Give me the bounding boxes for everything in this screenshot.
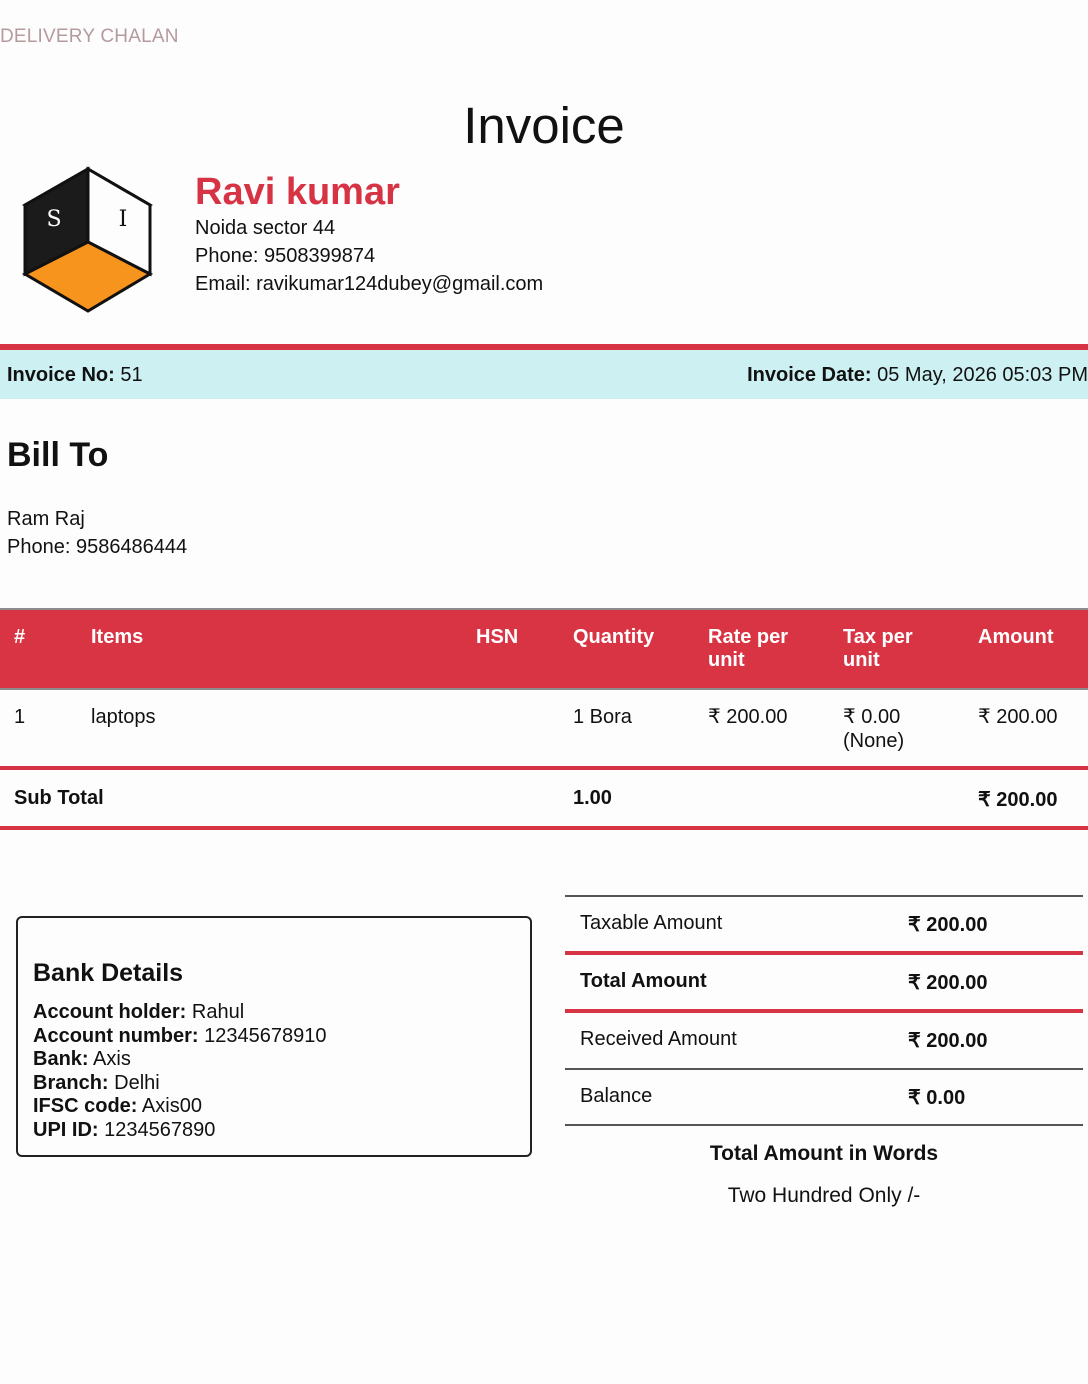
invoice-date: Invoice Date: 05 May, 2026 05:03 PM — [747, 364, 1088, 387]
bill-to-heading: Bill To — [7, 436, 109, 474]
logo-letter-i: I — [119, 207, 128, 232]
bank-name-label: Bank: — [33, 1048, 89, 1070]
amount-in-words: Two Hundred Only /- — [727, 1184, 921, 1207]
bill-to-details: Ram Raj Phone: 9586486444 — [7, 505, 187, 561]
ifsc-code: IFSC code: Axis00 — [33, 1095, 326, 1119]
subtotal-bottom-divider — [0, 826, 1088, 830]
company-phone: Phone: 9508399874 — [195, 245, 376, 267]
taxable-amount-label: Taxable Amount — [580, 912, 723, 934]
invoice-date-value: 05 May, 2026 05:03 PM — [871, 364, 1088, 386]
account-holder: Account holder: Rahul — [33, 1001, 326, 1025]
summary-divider — [565, 1124, 1083, 1126]
row-number: 1 — [14, 706, 26, 728]
invoice-date-label: Invoice Date: — [747, 364, 872, 386]
invoice-number: Invoice No: 51 — [7, 364, 143, 387]
amount-in-words-heading: Total Amount in Words — [709, 1142, 939, 1165]
customer-name: Ram Raj — [7, 508, 85, 530]
bank-name-value: Axis — [88, 1048, 131, 1070]
subtotal-quantity: 1.00 — [573, 787, 612, 809]
document-type-label: DELIVERY CHALAN — [0, 26, 179, 47]
invoice-info-bar: Invoice No: 51 Invoice Date: 05 May, 202… — [0, 350, 1088, 399]
col-amount: Amount — [978, 626, 1054, 648]
summary-divider — [565, 1009, 1083, 1013]
col-tax: Tax per unit — [843, 626, 913, 671]
total-amount-label: Total Amount — [580, 970, 707, 992]
page-title: Invoice — [463, 97, 625, 154]
row-tax: ₹ 0.00 — [843, 706, 901, 728]
subtotal-top-divider — [0, 766, 1088, 770]
row-quantity: 1 Bora — [573, 706, 632, 728]
account-holder-value: Rahul — [186, 1001, 245, 1023]
bank-branch-label: Branch: — [33, 1071, 109, 1094]
row-item: laptops — [91, 706, 156, 728]
upi-id-value: 1234567890 — [98, 1118, 216, 1141]
invoice-number-value: 51 — [114, 364, 143, 386]
bank-details-list: Account holder: Rahul Account number: 12… — [33, 1001, 326, 1142]
company-name: Ravi kumar — [195, 171, 400, 213]
customer-phone: Phone: 9586486444 — [7, 536, 188, 558]
company-logo: S I — [22, 166, 154, 313]
bank-details-heading: Bank Details — [33, 959, 184, 987]
items-table-header: # Items HSN Quantity Rate per unit Tax p… — [0, 608, 1088, 690]
col-number: # — [14, 626, 26, 648]
row-tax-note: (None) — [843, 730, 905, 752]
balance-value: ₹ 0.00 — [908, 1087, 966, 1109]
received-amount-label: Received Amount — [580, 1028, 737, 1050]
invoice-number-label: Invoice No: — [7, 364, 115, 386]
bank-branch-value: Delhi — [108, 1071, 160, 1094]
subtotal-label: Sub Total — [14, 787, 104, 809]
col-items: Items — [91, 626, 144, 648]
row-rate: ₹ 200.00 — [708, 706, 788, 728]
upi-id: UPI ID: 1234567890 — [33, 1119, 326, 1143]
bank-branch: Branch: Delhi — [33, 1072, 326, 1096]
row-amount: ₹ 200.00 — [978, 706, 1058, 728]
balance-label: Balance — [580, 1085, 653, 1107]
bank-name: Bank: Axis — [33, 1048, 326, 1072]
subtotal-amount: ₹ 200.00 — [978, 789, 1058, 811]
upi-id-label: UPI ID: — [33, 1118, 99, 1141]
bank-details-box: Bank Details Account holder: Rahul Accou… — [16, 916, 532, 1157]
account-number-value: 12345678910 — [198, 1024, 327, 1047]
account-holder-label: Account holder: — [33, 1001, 187, 1023]
logo-letter-s: S — [46, 207, 61, 232]
summary-divider — [565, 1068, 1083, 1070]
summary-divider — [565, 895, 1083, 897]
ifsc-code-value: Axis00 — [137, 1095, 202, 1117]
company-address: Noida sector 44 — [195, 217, 336, 239]
col-quantity: Quantity — [573, 626, 655, 648]
total-amount-value: ₹ 200.00 — [908, 972, 988, 994]
company-details: Ravi kumar Noida sector 44 Phone: 950839… — [195, 170, 543, 298]
account-number-label: Account number: — [33, 1024, 199, 1047]
col-hsn: HSN — [476, 626, 519, 648]
company-email: Email: ravikumar124dubey@gmail.com — [195, 273, 544, 295]
account-number: Account number: 12345678910 — [33, 1025, 326, 1049]
col-rate: Rate per unit — [708, 626, 789, 671]
summary-divider — [565, 951, 1083, 955]
taxable-amount-value: ₹ 200.00 — [908, 914, 988, 936]
ifsc-code-label: IFSC code: — [33, 1095, 138, 1117]
received-amount-value: ₹ 200.00 — [908, 1030, 988, 1052]
